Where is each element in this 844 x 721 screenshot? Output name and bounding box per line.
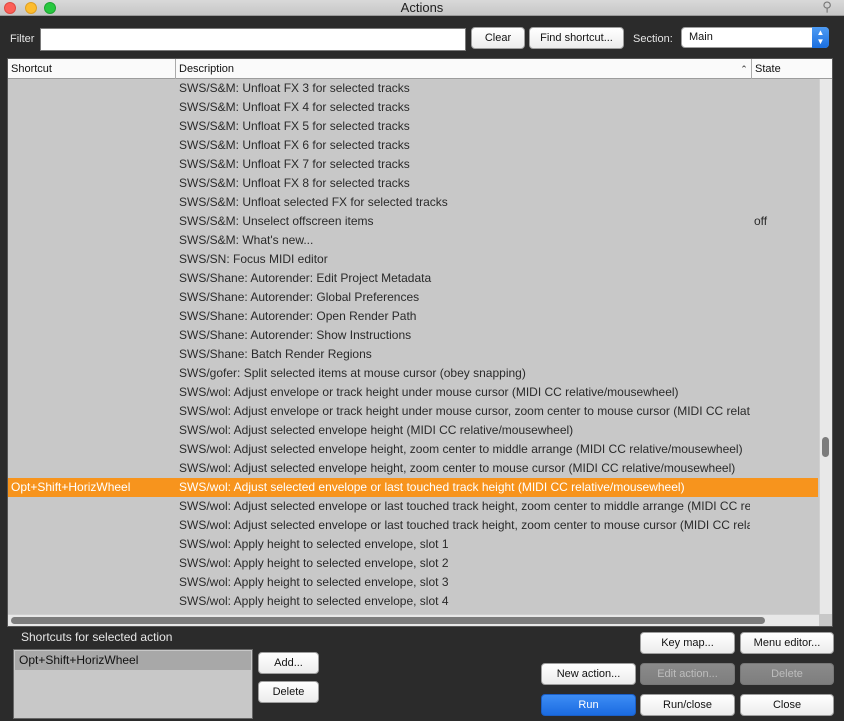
- cell-description: SWS/Shane: Autorender: Edit Project Meta…: [179, 271, 432, 285]
- table-row[interactable]: SWS/SN: Focus MIDI editor: [8, 250, 818, 269]
- table-row[interactable]: SWS/S&M: Unfloat FX 6 for selected track…: [8, 136, 818, 155]
- delete-action-button[interactable]: Delete: [740, 663, 834, 685]
- shortcuts-list[interactable]: Opt+Shift+HorizWheel: [13, 649, 253, 719]
- table-row[interactable]: SWS/S&M: Unfloat FX 3 for selected track…: [8, 79, 818, 98]
- cell-description: SWS/wol: Adjust envelope or track height…: [179, 404, 750, 418]
- cell-description: SWS/Shane: Autorender: Global Preference…: [179, 290, 420, 304]
- table-row[interactable]: SWS/wol: Apply height to selected envelo…: [8, 573, 818, 592]
- table-row[interactable]: SWS/S&M: Unselect offscreen items off: [8, 212, 818, 231]
- clear-button[interactable]: Clear: [471, 27, 525, 49]
- cell-description: SWS/S&M: What's new...: [179, 233, 314, 247]
- table-row[interactable]: SWS/S&M: Unfloat FX 8 for selected track…: [8, 174, 818, 193]
- table-row[interactable]: SWS/wol: Adjust selected envelope height…: [8, 459, 818, 478]
- add-shortcut-button[interactable]: Add...: [258, 652, 319, 674]
- table-row[interactable]: SWS/wol: Adjust selected envelope height…: [8, 421, 818, 440]
- cell-description: SWS/wol: Apply height to selected envelo…: [179, 556, 449, 570]
- actions-table: Shortcut Description ⌃ State SWS/S&M: Un…: [7, 58, 833, 627]
- table-row[interactable]: SWS/wol: Adjust selected envelope or las…: [8, 497, 818, 516]
- table-row[interactable]: SWS/Shane: Autorender: Global Preference…: [8, 288, 818, 307]
- shortcut-list-item[interactable]: Opt+Shift+HorizWheel: [15, 651, 251, 670]
- new-action-button[interactable]: New action...: [541, 663, 636, 685]
- menu-editor-button[interactable]: Menu editor...: [740, 632, 834, 654]
- table-row[interactable]: SWS/wol: Adjust selected envelope height…: [8, 440, 818, 459]
- table-row[interactable]: SWS/S&M: Unfloat selected FX for selecte…: [8, 193, 818, 212]
- cell-description: SWS/wol: Apply height to selected envelo…: [179, 575, 449, 589]
- column-header-state[interactable]: State: [752, 59, 832, 79]
- table-row[interactable]: SWS/S&M: Unfloat FX 4 for selected track…: [8, 98, 818, 117]
- cell-description: SWS/S&M: Unfloat FX 4 for selected track…: [179, 100, 410, 114]
- vertical-scrollbar[interactable]: [819, 79, 832, 614]
- run-button[interactable]: Run: [541, 694, 636, 716]
- cell-description: SWS/wol: Adjust selected envelope height…: [179, 461, 736, 475]
- run-close-button[interactable]: Run/close: [640, 694, 735, 716]
- column-header-description[interactable]: Description: [176, 59, 752, 79]
- cell-description: SWS/Shane: Autorender: Open Render Path: [179, 309, 417, 323]
- table-row[interactable]: SWS/S&M: What's new...: [8, 231, 818, 250]
- table-row[interactable]: SWS/Shane: Autorender: Edit Project Meta…: [8, 269, 818, 288]
- find-shortcut-button[interactable]: Find shortcut...: [529, 27, 624, 49]
- cell-description: SWS/wol: Adjust selected envelope or las…: [179, 518, 750, 532]
- cell-description: SWS/S&M: Unselect offscreen items: [179, 214, 374, 228]
- cell-description: SWS/wol: Adjust selected envelope height…: [179, 423, 574, 437]
- cell-description: SWS/wol: Adjust envelope or track height…: [179, 385, 679, 399]
- section-label: Section:: [633, 33, 673, 45]
- table-row[interactable]: SWS/gofer: Split selected items at mouse…: [8, 364, 818, 383]
- filter-input[interactable]: [40, 28, 466, 51]
- table-row[interactable]: SWS/wol: Apply height to selected envelo…: [8, 592, 818, 611]
- table-row[interactable]: SWS/S&M: Unfloat FX 7 for selected track…: [8, 155, 818, 174]
- cell-description: SWS/S&M: Unfloat FX 8 for selected track…: [179, 176, 410, 190]
- cell-state: off: [754, 214, 768, 228]
- close-button[interactable]: Close: [740, 694, 834, 716]
- select-updown-icon[interactable]: ▲ ▼: [812, 27, 829, 48]
- cell-description: SWS/Shane: Batch Render Regions: [179, 347, 372, 361]
- cell-description: SWS/S&M: Unfloat FX 5 for selected track…: [179, 119, 410, 133]
- table-row[interactable]: SWS/S&M: Unfloat FX 5 for selected track…: [8, 117, 818, 136]
- cell-description: SWS/wol: Adjust selected envelope or las…: [179, 499, 750, 513]
- cell-description: SWS/S&M: Unfloat FX 3 for selected track…: [179, 81, 410, 95]
- sort-ascending-icon: ⌃: [740, 64, 748, 74]
- horizontal-scroll-thumb[interactable]: [11, 617, 765, 624]
- vertical-scroll-thumb[interactable]: [822, 437, 829, 457]
- column-header-shortcut[interactable]: Shortcut: [8, 59, 176, 79]
- cell-description: SWS/wol: Apply height to selected envelo…: [179, 537, 449, 551]
- window-title: Actions: [400, 0, 444, 15]
- table-row[interactable]: SWS/wol: Adjust selected envelope or las…: [8, 516, 818, 535]
- cell-shortcut: Opt+Shift+HorizWheel: [11, 480, 131, 494]
- cell-description: SWS/Shane: Autorender: Show Instructions: [179, 328, 412, 342]
- cell-description: SWS/wol: Adjust selected envelope height…: [179, 442, 743, 456]
- table-row[interactable]: SWS/wol: Adjust envelope or track height…: [8, 383, 818, 402]
- table-body: SWS/S&M: Unfloat FX 3 for selected track…: [8, 79, 818, 614]
- table-row[interactable]: SWS/Shane: Batch Render Regions: [8, 345, 818, 364]
- edit-action-button[interactable]: Edit action...: [640, 663, 735, 685]
- filter-label: Filter: [10, 33, 35, 45]
- key-map-button[interactable]: Key map...: [640, 632, 735, 654]
- table-row[interactable]: Opt+Shift+HorizWheel SWS/wol: Adjust sele…: [8, 478, 818, 497]
- cell-description: SWS/SN: Focus MIDI editor: [179, 252, 328, 266]
- table-row[interactable]: SWS/Shane: Autorender: Show Instructions: [8, 326, 818, 345]
- shortcuts-panel-label: Shortcuts for selected action: [21, 630, 173, 644]
- cell-description: SWS/S&M: Unfloat FX 7 for selected track…: [179, 157, 410, 171]
- table-row[interactable]: SWS/Shane: Autorender: Open Render Path: [8, 307, 818, 326]
- table-row[interactable]: SWS/wol: Apply height to selected envelo…: [8, 535, 818, 554]
- table-header: Shortcut Description ⌃ State: [8, 59, 832, 79]
- delete-shortcut-button[interactable]: Delete: [258, 681, 319, 703]
- cell-description: SWS/gofer: Split selected items at mouse…: [179, 366, 526, 380]
- cell-description: SWS/S&M: Unfloat FX 6 for selected track…: [179, 138, 410, 152]
- pin-icon[interactable]: ⚲: [820, 0, 834, 15]
- cell-description: SWS/wol: Apply height to selected envelo…: [179, 594, 449, 608]
- section-select[interactable]: Main: [681, 27, 829, 48]
- table-row[interactable]: SWS/wol: Apply height to selected envelo…: [8, 554, 818, 573]
- cell-description: SWS/S&M: Unfloat selected FX for selecte…: [179, 195, 448, 209]
- table-row[interactable]: SWS/wol: Adjust envelope or track height…: [8, 402, 818, 421]
- cell-description: SWS/wol: Adjust selected envelope or las…: [179, 480, 685, 494]
